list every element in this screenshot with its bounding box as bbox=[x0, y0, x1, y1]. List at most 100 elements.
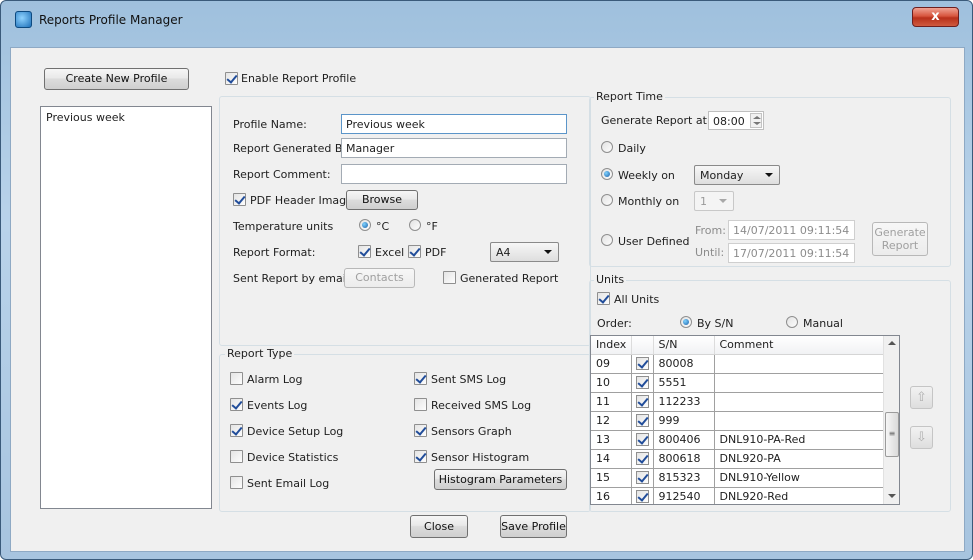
monthly-day-dropdown[interactable]: 1 bbox=[694, 191, 734, 211]
row-select-cell[interactable] bbox=[631, 487, 654, 504]
device-setup-log-label: Device Setup Log bbox=[247, 425, 344, 438]
row-select-cell[interactable] bbox=[631, 411, 654, 431]
row-sn: 815323 bbox=[653, 468, 715, 488]
units-grid-scrollbar[interactable]: ≡ bbox=[883, 336, 899, 504]
column-header-index[interactable]: Index bbox=[591, 336, 632, 355]
table-row[interactable]: 09 80008 bbox=[591, 354, 884, 374]
weekly-day-value: Monday bbox=[700, 169, 744, 182]
title-bar[interactable]: Reports Profile Manager x bbox=[1, 1, 972, 33]
units-grid[interactable]: Index S/N Comment 09 80008 10 5551 11 11223… bbox=[590, 335, 900, 505]
weekly-day-dropdown[interactable]: Monday bbox=[694, 165, 780, 185]
row-checkbox[interactable] bbox=[635, 395, 649, 409]
pdf-checkbox[interactable] bbox=[408, 245, 421, 258]
row-checkbox[interactable] bbox=[635, 452, 649, 466]
until-datetime-field[interactable]: 17/07/2011 09:11:54 bbox=[728, 243, 855, 263]
table-row[interactable]: 14 800618 DNL920-PA bbox=[591, 449, 884, 469]
row-checkbox[interactable] bbox=[635, 490, 649, 504]
excel-checkbox[interactable] bbox=[358, 245, 371, 258]
row-select-cell[interactable] bbox=[631, 354, 654, 374]
from-datetime-value: 14/07/2011 09:11:54 bbox=[733, 224, 850, 237]
excel-label: Excel bbox=[375, 246, 405, 259]
alarm-log-label: Alarm Log bbox=[247, 373, 303, 386]
time-spinner[interactable]: 08:00 bbox=[708, 111, 764, 130]
profile-name-label: Profile Name: bbox=[233, 118, 307, 131]
profile-name-field[interactable]: Previous week bbox=[341, 114, 567, 134]
generated-report-checkbox[interactable] bbox=[443, 271, 456, 284]
profile-list[interactable]: Previous week bbox=[40, 106, 212, 509]
window: Reports Profile Manager x Create New Pro… bbox=[0, 0, 973, 560]
row-select-cell[interactable] bbox=[631, 449, 654, 469]
move-down-button[interactable]: ⇩ bbox=[910, 426, 933, 449]
table-row[interactable]: 13 800406 DNL910-PA-Red bbox=[591, 430, 884, 450]
row-comment: DNL920-PA bbox=[714, 449, 884, 469]
scrollbar-thumb[interactable]: ≡ bbox=[885, 412, 899, 457]
row-comment bbox=[714, 354, 884, 374]
contacts-button[interactable]: Contacts bbox=[344, 268, 415, 288]
device-statistics-checkbox[interactable] bbox=[230, 450, 243, 463]
row-index: 16 bbox=[591, 487, 632, 504]
table-row[interactable]: 12 999 bbox=[591, 411, 884, 431]
chevron-down-icon bbox=[719, 199, 727, 203]
create-new-profile-button[interactable]: Create New Profile bbox=[44, 68, 189, 90]
row-checkbox[interactable] bbox=[635, 376, 649, 390]
page-size-dropdown[interactable]: A4 bbox=[490, 242, 559, 262]
close-window-button[interactable]: x bbox=[912, 7, 959, 27]
events-log-checkbox[interactable] bbox=[230, 398, 243, 411]
scroll-down-icon[interactable] bbox=[888, 494, 896, 498]
row-sn: 912540 bbox=[653, 487, 715, 504]
row-index: 09 bbox=[591, 354, 632, 374]
row-checkbox[interactable] bbox=[635, 414, 649, 428]
row-select-cell[interactable] bbox=[631, 430, 654, 450]
enable-report-profile-checkbox[interactable] bbox=[225, 72, 238, 85]
close-button[interactable]: Close bbox=[410, 515, 468, 538]
daily-radio[interactable] bbox=[601, 141, 613, 153]
sensor-histogram-checkbox[interactable] bbox=[414, 450, 427, 463]
weekly-radio[interactable] bbox=[601, 168, 613, 180]
row-checkbox[interactable] bbox=[635, 433, 649, 447]
profile-list-item[interactable]: Previous week bbox=[46, 111, 125, 124]
from-datetime-field[interactable]: 14/07/2011 09:11:54 bbox=[728, 220, 855, 240]
histogram-parameters-button[interactable]: Histogram Parameters bbox=[434, 469, 567, 490]
table-row[interactable]: 11 112233 bbox=[591, 392, 884, 412]
row-select-cell[interactable] bbox=[631, 468, 654, 488]
row-comment bbox=[714, 373, 884, 393]
row-sn: 800618 bbox=[653, 449, 715, 469]
spinner-arrows-icon[interactable] bbox=[750, 113, 762, 128]
device-setup-log-checkbox[interactable] bbox=[230, 424, 243, 437]
row-comment: DNL910-Yellow bbox=[714, 468, 884, 488]
user-defined-radio[interactable] bbox=[601, 234, 613, 246]
fahrenheit-radio[interactable] bbox=[409, 219, 421, 231]
move-up-button[interactable]: ⇧ bbox=[910, 386, 933, 409]
report-comment-label: Report Comment: bbox=[233, 168, 331, 181]
table-row[interactable]: 10 5551 bbox=[591, 373, 884, 393]
column-header-select[interactable] bbox=[631, 336, 654, 355]
monthly-radio[interactable] bbox=[601, 194, 613, 206]
by-sn-radio[interactable] bbox=[680, 316, 692, 328]
alarm-log-checkbox[interactable] bbox=[230, 372, 243, 385]
received-sms-log-checkbox[interactable] bbox=[414, 398, 427, 411]
manual-radio[interactable] bbox=[786, 316, 798, 328]
all-units-checkbox[interactable] bbox=[597, 292, 610, 305]
table-row[interactable]: 16 912540 DNL920-Red bbox=[591, 487, 884, 504]
sent-email-log-checkbox[interactable] bbox=[230, 476, 243, 489]
generate-report-button[interactable]: Generate Report bbox=[872, 222, 928, 256]
scroll-up-icon[interactable] bbox=[888, 341, 896, 345]
row-select-cell[interactable] bbox=[631, 373, 654, 393]
generated-by-field[interactable]: Manager bbox=[341, 138, 567, 158]
row-index: 14 bbox=[591, 449, 632, 469]
up-arrow-icon: ⇧ bbox=[916, 390, 927, 405]
row-select-cell[interactable] bbox=[631, 392, 654, 412]
row-checkbox[interactable] bbox=[635, 357, 649, 371]
table-row[interactable]: 15 815323 DNL910-Yellow bbox=[591, 468, 884, 488]
sensors-graph-checkbox[interactable] bbox=[414, 424, 427, 437]
pdf-header-image-checkbox[interactable] bbox=[233, 193, 246, 206]
column-header-sn[interactable]: S/N bbox=[653, 336, 715, 355]
report-comment-field[interactable] bbox=[341, 164, 567, 184]
browse-button[interactable]: Browse bbox=[346, 190, 418, 210]
save-profile-button[interactable]: Save Profile bbox=[500, 515, 567, 538]
celsius-radio[interactable] bbox=[359, 219, 371, 231]
row-checkbox[interactable] bbox=[635, 471, 649, 485]
sent-sms-log-checkbox[interactable] bbox=[414, 372, 427, 385]
column-header-comment[interactable]: Comment bbox=[714, 336, 884, 355]
temperature-units-label: Temperature units bbox=[233, 220, 334, 233]
